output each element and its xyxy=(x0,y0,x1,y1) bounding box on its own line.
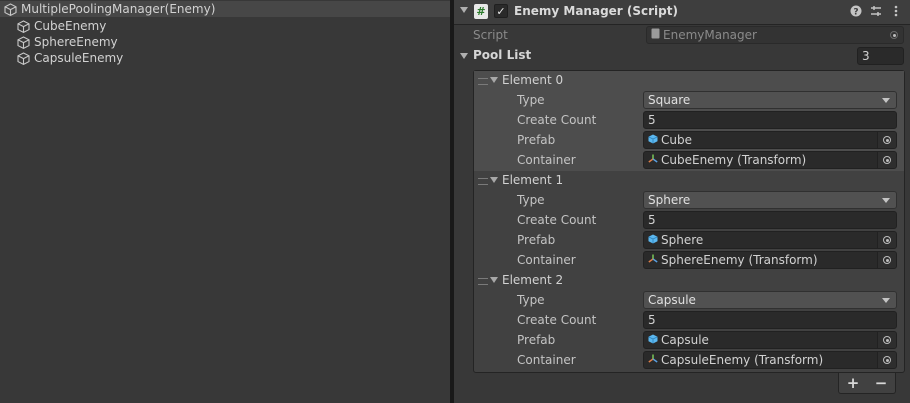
container-value: CubeEnemy (Transform) xyxy=(661,153,807,167)
hierarchy-item-capsuleenemy[interactable]: CapsuleEnemy xyxy=(17,50,123,66)
gameobject-icon xyxy=(17,19,30,33)
container-label: Container xyxy=(517,353,576,367)
chevron-down-icon xyxy=(882,298,890,303)
container-field[interactable]: CapsuleEnemy (Transform) xyxy=(643,351,897,369)
list-footer: + − xyxy=(838,373,896,394)
prefab-value: Cube xyxy=(661,133,692,147)
drag-handle-icon[interactable] xyxy=(478,78,488,85)
create-count-field[interactable]: 5 xyxy=(643,311,897,329)
object-picker-button[interactable] xyxy=(877,132,896,148)
container-value: SphereEnemy (Transform) xyxy=(661,253,818,267)
hierarchy-item-label: CapsuleEnemy xyxy=(34,51,124,65)
type-dropdown[interactable]: Square xyxy=(643,91,897,109)
enabled-checkbox[interactable]: ✓ xyxy=(494,4,508,18)
create-count-field[interactable]: 5 xyxy=(643,111,897,129)
prefab-label: Prefab xyxy=(517,133,556,147)
more-options-icon[interactable] xyxy=(890,5,902,17)
create-count-label: Create Count xyxy=(517,313,597,327)
prefab-label: Prefab xyxy=(517,333,556,347)
script-label: Script xyxy=(473,28,508,42)
hierarchy-item-root[interactable]: MultiplePoolingManager(Enemy) xyxy=(0,1,450,17)
chevron-down-icon xyxy=(882,98,890,103)
prefab-cube-icon xyxy=(648,133,658,147)
hierarchy-item-sphereenemy[interactable]: SphereEnemy xyxy=(17,34,118,50)
prefab-field[interactable]: Sphere xyxy=(643,231,897,249)
help-icon[interactable]: ? xyxy=(850,5,862,17)
foldout-arrow-icon[interactable] xyxy=(460,7,468,13)
create-count-label: Create Count xyxy=(517,113,597,127)
object-picker-button[interactable] xyxy=(877,152,896,168)
pool-list-label[interactable]: Pool List xyxy=(473,48,531,62)
element-foldout-icon[interactable] xyxy=(490,177,498,183)
add-element-button[interactable]: + xyxy=(847,374,860,392)
hierarchy-item-label: MultiplePoolingManager(Enemy) xyxy=(21,2,216,16)
prefab-cube-icon xyxy=(648,233,658,247)
hierarchy-item-label: SphereEnemy xyxy=(34,35,118,49)
element-label: Element 2 xyxy=(502,273,564,287)
transform-icon xyxy=(648,153,658,167)
type-label: Type xyxy=(517,93,545,107)
csharp-script-icon: # xyxy=(474,4,488,19)
object-picker-icon xyxy=(885,27,903,43)
pool-list-size-field[interactable]: 3 xyxy=(857,47,904,65)
hierarchy-panel: MultiplePoolingManager(Enemy) CubeEnemy … xyxy=(0,0,450,403)
component-title: Enemy Manager (Script) xyxy=(514,4,678,18)
type-dropdown[interactable]: Sphere xyxy=(643,191,897,209)
presets-icon[interactable] xyxy=(870,5,882,17)
inspector-panel: # ✓ Enemy Manager (Script) ? Script Enem… xyxy=(454,0,910,403)
svg-text:?: ? xyxy=(853,8,858,18)
chevron-down-icon xyxy=(882,198,890,203)
drag-handle-icon[interactable] xyxy=(478,178,488,185)
object-picker-button[interactable] xyxy=(877,252,896,268)
object-picker-button[interactable] xyxy=(877,232,896,248)
hierarchy-item-label: CubeEnemy xyxy=(34,19,107,33)
transform-icon xyxy=(648,353,658,367)
component-header[interactable]: # ✓ Enemy Manager (Script) ? xyxy=(454,0,910,25)
type-dropdown[interactable]: Capsule xyxy=(643,291,897,309)
container-field[interactable]: SphereEnemy (Transform) xyxy=(643,251,897,269)
prefab-field[interactable]: Cube xyxy=(643,131,897,149)
prefab-label: Prefab xyxy=(517,233,556,247)
container-label: Container xyxy=(517,253,576,267)
element-label: Element 1 xyxy=(502,173,564,187)
gameobject-icon xyxy=(4,2,17,16)
drag-handle-icon[interactable] xyxy=(478,278,488,285)
create-count-label: Create Count xyxy=(517,213,597,227)
remove-element-button[interactable]: − xyxy=(875,374,888,392)
object-picker-button[interactable] xyxy=(877,352,896,368)
prefab-value: Sphere xyxy=(661,233,704,247)
element-foldout-icon[interactable] xyxy=(490,77,498,83)
script-field: EnemyManager xyxy=(646,26,904,44)
container-value: CapsuleEnemy (Transform) xyxy=(661,353,824,367)
create-count-field[interactable]: 5 xyxy=(643,211,897,229)
container-field[interactable]: CubeEnemy (Transform) xyxy=(643,151,897,169)
hierarchy-item-cubeenemy[interactable]: CubeEnemy xyxy=(17,18,106,34)
element-foldout-icon[interactable] xyxy=(490,277,498,283)
gameobject-icon xyxy=(17,35,30,49)
type-label: Type xyxy=(517,293,545,307)
gameobject-icon xyxy=(17,51,30,65)
prefab-cube-icon xyxy=(648,333,658,347)
container-label: Container xyxy=(517,153,576,167)
pool-list-foldout-icon[interactable] xyxy=(460,53,468,59)
type-label: Type xyxy=(517,193,545,207)
transform-icon xyxy=(648,253,658,267)
prefab-value: Capsule xyxy=(661,333,709,347)
object-picker-button[interactable] xyxy=(877,332,896,348)
type-value: Capsule xyxy=(648,293,696,307)
element-label: Element 0 xyxy=(502,73,564,87)
script-value: EnemyManager xyxy=(663,28,757,42)
csharp-script-icon xyxy=(651,28,660,42)
prefab-field[interactable]: Capsule xyxy=(643,331,897,349)
type-value: Square xyxy=(648,93,691,107)
type-value: Sphere xyxy=(648,193,691,207)
